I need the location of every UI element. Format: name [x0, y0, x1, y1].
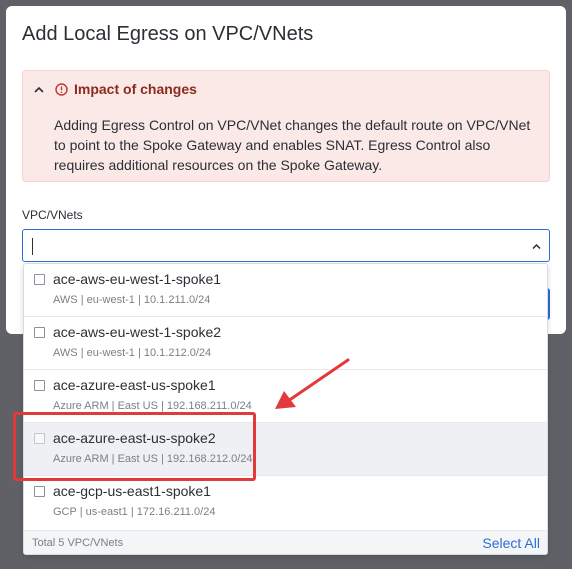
- option-name: ace-gcp-us-east1-spoke1: [53, 483, 211, 499]
- dropdown-footer: Total 5 VPC/VNets Select All: [24, 530, 547, 554]
- alert-title[interactable]: Impact of changes: [74, 81, 197, 97]
- impact-alert: Impact of changes Adding Egress Control …: [22, 70, 550, 182]
- vpc-vnets-select[interactable]: [22, 229, 550, 262]
- option-name: ace-aws-eu-west-1-spoke1: [53, 271, 222, 287]
- option-meta: AWS | eu-west-1 | 10.1.212.0/24: [53, 347, 212, 359]
- vpc-vnets-label: VPC/VNets: [22, 208, 83, 222]
- annotation-arrow-icon: [275, 358, 350, 409]
- list-item[interactable]: ace-aws-eu-west-1-spoke1 AWS | eu-west-1…: [24, 264, 547, 317]
- chevron-up-icon[interactable]: [34, 85, 44, 95]
- checkbox[interactable]: [34, 486, 45, 497]
- option-meta: AWS | eu-west-1 | 10.1.211.0/24: [53, 294, 211, 306]
- option-name: ace-azure-east-us-spoke1: [53, 377, 216, 393]
- chevron-up-icon[interactable]: [532, 243, 541, 250]
- option-meta: Azure ARM | East US | 192.168.211.0/24: [53, 400, 252, 412]
- total-count: Total 5 VPC/VNets: [32, 537, 124, 549]
- select-all-link[interactable]: Select All: [482, 535, 540, 551]
- text-caret: [32, 238, 33, 255]
- checkbox[interactable]: [34, 327, 45, 338]
- modal-title: Add Local Egress on VPC/VNets: [22, 23, 314, 45]
- checkbox[interactable]: [34, 274, 45, 285]
- list-item[interactable]: ace-gcp-us-east1-spoke1 GCP | us-east1 |…: [24, 476, 547, 529]
- warning-circle-icon: [55, 83, 68, 96]
- option-meta: GCP | us-east1 | 172.16.211.0/24: [53, 506, 216, 518]
- checkbox[interactable]: [34, 380, 45, 391]
- annotation-highlight-box: [13, 412, 256, 481]
- option-name: ace-aws-eu-west-1-spoke2: [53, 324, 222, 340]
- alert-body: Adding Egress Control on VPC/VNet change…: [54, 117, 531, 173]
